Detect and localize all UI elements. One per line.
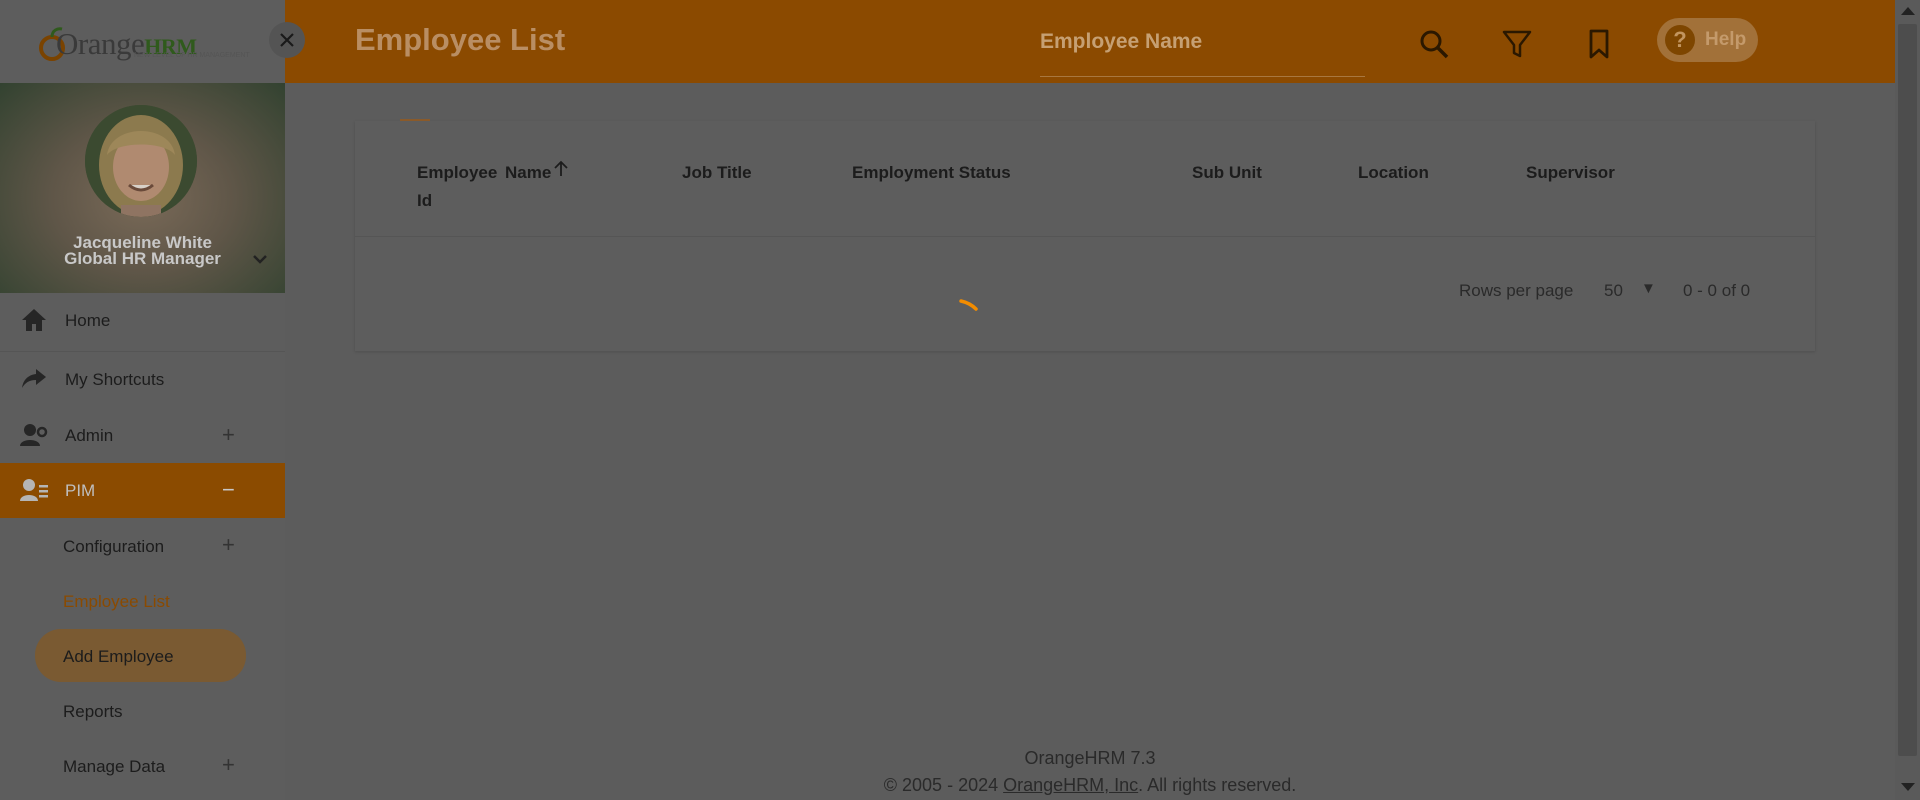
sidebar-item-label: Configuration: [63, 537, 165, 556]
avatar: [85, 105, 197, 217]
pim-icon: [20, 479, 48, 501]
admin-icon: [20, 424, 48, 446]
scroll-up-arrow-icon[interactable]: [1901, 7, 1915, 15]
sidebar-item-reports[interactable]: Reports: [0, 683, 285, 738]
user-profile[interactable]: Jacqueline White Global HR Manager: [0, 83, 285, 293]
share-icon: [22, 369, 46, 388]
column-header-supervisor[interactable]: Supervisor: [1526, 159, 1615, 187]
column-header-job-title[interactable]: Job Title: [682, 159, 752, 187]
orangehrm-logo[interactable]: OrangeHRM NEW LEVEL OF HR MANAGEMENT: [38, 18, 250, 64]
sidebar-item-admin[interactable]: Admin +: [0, 408, 285, 463]
top-header: Employee List Employee Name ? Help: [285, 0, 1895, 83]
copyright-text: © 2005 - 2024 OrangeHRM, Inc. All rights…: [883, 775, 1297, 795]
main-menu: Home My Shortcuts Admin + PIM − Configur…: [0, 293, 285, 793]
filter-icon[interactable]: [1501, 28, 1533, 60]
sidebar-item-employee-list[interactable]: Employee List: [0, 573, 285, 628]
expand-icon[interactable]: +: [222, 422, 235, 448]
loading-spinner-icon: [959, 299, 978, 311]
sidebar-item-label: Employee List: [63, 592, 170, 611]
search-icon[interactable]: [1418, 28, 1450, 60]
sort-ascending-icon[interactable]: [553, 159, 569, 177]
user-role: Global HR Manager: [64, 249, 221, 268]
sidebar: OrangeHRM NEW LEVEL OF HR MANAGEMENT Jac…: [0, 0, 285, 800]
column-header-employment-status[interactable]: Employment Status: [852, 159, 1011, 187]
rows-per-page-label: Rows per page: [1459, 281, 1574, 300]
rows-per-page-select[interactable]: 50: [1604, 281, 1623, 301]
chevron-down-icon[interactable]: [250, 249, 270, 269]
sidebar-item-pim[interactable]: PIM −: [0, 463, 285, 518]
collapse-icon[interactable]: −: [222, 477, 235, 503]
main-content: Employee Id Name Job Title Employment Sta…: [285, 83, 1895, 800]
help-button[interactable]: ? Help: [1657, 18, 1758, 62]
column-header-location[interactable]: Location: [1358, 159, 1429, 187]
sidebar-item-my-shortcuts[interactable]: My Shortcuts: [0, 352, 285, 408]
scroll-down-arrow-icon[interactable]: [1901, 783, 1915, 791]
tab-indicator: [400, 119, 430, 121]
logo-bar: OrangeHRM NEW LEVEL OF HR MANAGEMENT: [0, 0, 285, 83]
help-label: Help: [1705, 29, 1747, 50]
close-sidebar-button[interactable]: [269, 22, 305, 58]
column-header-name[interactable]: Name: [505, 159, 568, 187]
vertical-scrollbar[interactable]: [1895, 0, 1920, 800]
dropdown-arrow-icon[interactable]: ▼: [1641, 280, 1656, 297]
expand-icon[interactable]: +: [222, 532, 235, 558]
version-text: OrangeHRM 7.3: [1024, 748, 1156, 768]
page-title: Employee List: [355, 22, 566, 57]
bookmark-icon[interactable]: [1583, 28, 1615, 60]
column-header-employee-id[interactable]: Employee Id: [417, 159, 497, 215]
close-icon: [280, 33, 294, 47]
home-icon: [22, 309, 46, 331]
brand-tagline: NEW LEVEL OF HR MANAGEMENT: [134, 52, 250, 59]
column-header-sub-unit[interactable]: Sub Unit: [1192, 159, 1262, 187]
sidebar-item-configuration[interactable]: Configuration +: [0, 518, 285, 573]
pagination-range: 0 - 0 of 0: [1683, 281, 1751, 300]
sidebar-item-label: Home: [65, 311, 111, 330]
scrollbar-thumb[interactable]: [1898, 24, 1917, 756]
sidebar-item-home[interactable]: Home: [0, 293, 285, 352]
employee-name-search-input[interactable]: Employee Name: [1040, 14, 1365, 77]
sidebar-item-add-employee[interactable]: Add Employee: [0, 628, 285, 683]
header-divider: [355, 236, 1815, 237]
sidebar-item-label: Admin: [65, 426, 114, 445]
sidebar-item-label: PIM: [65, 481, 96, 500]
footer: OrangeHRM 7.3 © 2005 - 2024 OrangeHRM, I…: [0, 745, 1920, 799]
sidebar-item-label: My Shortcuts: [65, 370, 165, 389]
help-icon: ?: [1665, 25, 1695, 55]
sidebar-item-label: Add Employee: [63, 647, 174, 666]
search-placeholder: Employee Name: [1040, 30, 1203, 53]
employee-table: Employee Id Name Job Title Employment Sta…: [355, 119, 1815, 351]
company-link[interactable]: OrangeHRM, Inc: [1003, 775, 1138, 795]
sidebar-item-label: Reports: [63, 702, 123, 721]
